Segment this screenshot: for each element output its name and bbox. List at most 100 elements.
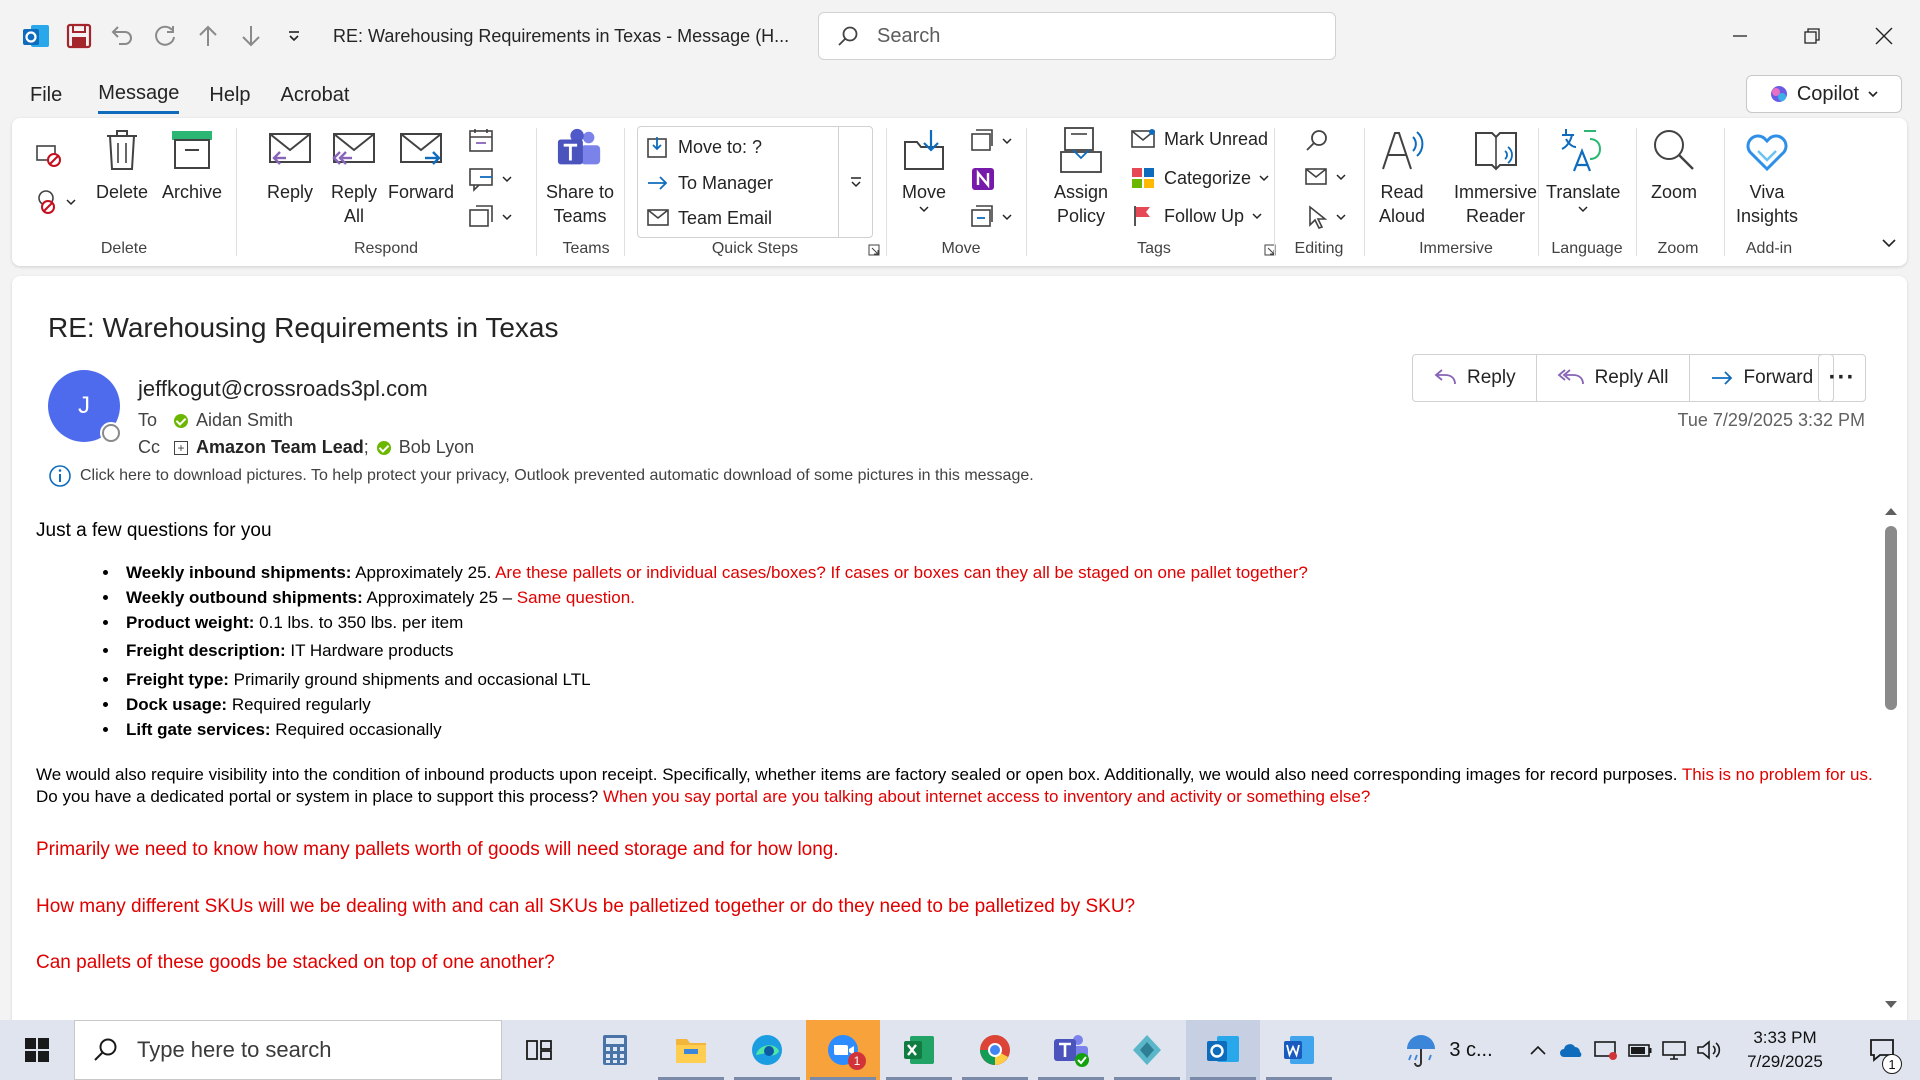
cleanup-icon <box>38 190 55 214</box>
download-pictures-infobar[interactable]: Click here to download pictures. To help… <box>48 464 1034 488</box>
weather-widget[interactable]: 3 c... <box>1396 1020 1500 1080</box>
scroll-down-icon[interactable] <box>1884 1000 1898 1010</box>
tab-message[interactable]: Message <box>98 76 180 114</box>
meeting-button[interactable] <box>468 128 496 154</box>
to-recipient[interactable]: Aidan Smith <box>196 410 293 431</box>
cc-recipient-group[interactable]: Amazon Team Lead <box>196 437 364 458</box>
chevron-down-icon <box>1882 239 1896 248</box>
arrow-down-icon[interactable] <box>229 15 272 58</box>
security-tray[interactable] <box>1590 1020 1622 1080</box>
group-editing: Editing <box>1274 118 1364 266</box>
question-1: Primarily we need to know how many palle… <box>36 839 839 860</box>
volume-tray[interactable] <box>1692 1020 1724 1080</box>
message-actions: Reply Reply All Forward <box>1412 354 1835 402</box>
save-icon[interactable] <box>57 15 100 58</box>
task-view-button[interactable] <box>502 1020 576 1080</box>
taskbar-file-explorer[interactable] <box>654 1020 728 1080</box>
network-tray[interactable] <box>1658 1020 1690 1080</box>
cc-recipient[interactable]: Bob Lyon <box>399 437 474 458</box>
battery-tray[interactable] <box>1624 1020 1656 1080</box>
vertical-scrollbar[interactable] <box>1881 276 1899 1020</box>
reply-label: Reply <box>266 182 314 202</box>
categorize-button[interactable]: Categorize <box>1130 166 1269 190</box>
show-hidden-icons[interactable] <box>1522 1020 1554 1080</box>
more-respond-button[interactable] <box>468 204 512 230</box>
chevron-down-icon <box>1259 175 1269 182</box>
viva-insights-button[interactable]: Viva Insights <box>1736 126 1798 228</box>
move-label: Move <box>901 182 946 202</box>
translate-button[interactable]: Translate <box>1546 126 1620 214</box>
actions-button[interactable] <box>970 204 1012 230</box>
reply-all-action-button[interactable]: Reply All <box>1537 355 1690 401</box>
sender-address[interactable]: jeffkogut@crossroads3pl.com <box>138 376 428 402</box>
find-button[interactable] <box>1304 128 1330 154</box>
ignore-button[interactable] <box>34 140 62 168</box>
presence-icon <box>100 422 122 444</box>
related-button[interactable] <box>1304 166 1346 188</box>
immersive-label-2: Reader <box>1465 206 1526 226</box>
taskbar-word[interactable] <box>1262 1020 1336 1080</box>
taskbar-app[interactable] <box>1110 1020 1184 1080</box>
mark-unread-button[interactable]: Mark Unread <box>1130 128 1268 150</box>
tab-file[interactable]: File <box>30 78 62 113</box>
notifications-button[interactable]: 1 <box>1852 1020 1912 1080</box>
im-button[interactable] <box>468 166 512 192</box>
excel-icon <box>904 1036 934 1064</box>
search-input[interactable]: Search <box>818 12 1336 60</box>
taskbar-search-input[interactable]: Type here to search <box>74 1020 502 1080</box>
undo-icon[interactable] <box>100 15 143 58</box>
onedrive-tray[interactable] <box>1556 1020 1588 1080</box>
restore-button[interactable] <box>1776 0 1848 72</box>
taskbar-teams[interactable] <box>1034 1020 1108 1080</box>
select-button[interactable] <box>1304 204 1346 230</box>
dialog-launcher-icon[interactable] <box>868 244 880 256</box>
move-button[interactable]: Move <box>900 126 948 214</box>
volume-icon <box>1697 1040 1721 1060</box>
scroll-up-icon[interactable] <box>1884 506 1898 516</box>
redo-icon[interactable] <box>143 15 186 58</box>
tab-acrobat[interactable]: Acrobat <box>281 78 350 113</box>
taskbar-excel[interactable] <box>882 1020 956 1080</box>
chevron-down-icon <box>1868 91 1878 98</box>
chevron-down-icon <box>1002 138 1012 145</box>
taskbar-edge[interactable] <box>730 1020 804 1080</box>
read-aloud-button[interactable]: Read Aloud <box>1378 126 1426 228</box>
forward-action-button[interactable]: Forward <box>1690 355 1834 401</box>
immersive-reader-button[interactable]: Immersive Reader <box>1454 126 1537 228</box>
cleanup-button[interactable] <box>34 188 76 216</box>
share-to-teams-button[interactable]: Share to Teams <box>546 126 614 228</box>
reply-action-button[interactable]: Reply <box>1413 355 1537 401</box>
policy-icon <box>1060 127 1102 173</box>
delete-button[interactable]: Delete <box>96 126 148 204</box>
scrollbar-thumb[interactable] <box>1885 526 1897 710</box>
taskbar-clock[interactable]: 3:33 PM 7/29/2025 <box>1740 1026 1830 1074</box>
close-button[interactable] <box>1848 0 1920 72</box>
reply-all-button[interactable]: Reply All <box>330 126 378 228</box>
taskbar-calculator[interactable] <box>578 1020 652 1080</box>
taskbar-zoom[interactable]: 1 <box>806 1020 880 1080</box>
outlook-app-icon[interactable] <box>14 15 57 58</box>
tab-help[interactable]: Help <box>209 78 250 113</box>
reply-button[interactable]: Reply <box>266 126 314 204</box>
archive-button[interactable]: Archive <box>162 126 222 204</box>
minimize-button[interactable] <box>1704 0 1776 72</box>
start-button[interactable] <box>0 1020 74 1080</box>
copilot-icon <box>1770 86 1787 102</box>
arrow-up-icon[interactable] <box>186 15 229 58</box>
ribbon-collapse-button[interactable] <box>1881 236 1897 254</box>
onenote-button[interactable] <box>970 166 996 192</box>
zoom-button[interactable]: Zoom <box>1650 126 1698 204</box>
customize-toolbar-icon[interactable] <box>272 15 315 58</box>
onedrive-icon <box>1560 1044 1582 1057</box>
taskbar-outlook[interactable] <box>1186 1020 1260 1080</box>
follow-up-button[interactable]: Follow Up <box>1130 204 1262 228</box>
forward-button[interactable]: Forward <box>388 126 454 204</box>
rules-button[interactable] <box>970 128 1012 154</box>
taskbar-chrome[interactable] <box>958 1020 1032 1080</box>
zoom-icon <box>1654 130 1694 170</box>
more-actions-button[interactable]: ··· <box>1818 354 1866 402</box>
network-icon <box>1662 1041 1686 1060</box>
expand-group-icon[interactable]: + <box>174 440 188 455</box>
assign-policy-button[interactable]: Assign Policy <box>1054 126 1108 228</box>
copilot-button[interactable]: Copilot <box>1746 75 1902 113</box>
